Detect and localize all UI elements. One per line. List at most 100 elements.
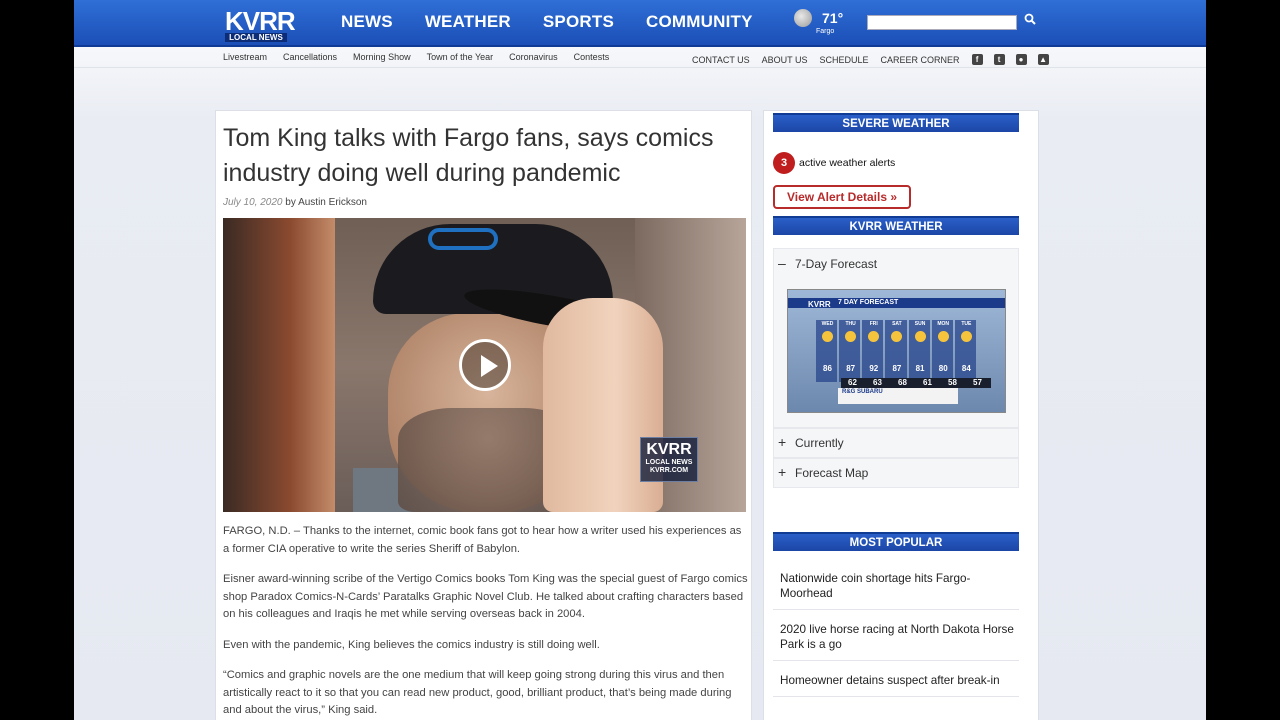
sun-icon (914, 331, 926, 342)
logo-text: KVRR (225, 6, 296, 36)
forecast-lows: 62 63 68 61 58 57 (841, 378, 991, 388)
watermark-logo: KVRR (646, 441, 692, 458)
moon-icon (794, 9, 812, 27)
forecast-low: 58 (948, 378, 957, 387)
weather-city: Fargo (816, 28, 835, 35)
main-nav: NEWS WEATHER SPORTS COMMUNITY (341, 12, 785, 32)
accordion-title[interactable]: Currently (795, 436, 844, 450)
forecast-high: 80 (938, 364, 948, 373)
accordion-title[interactable]: Forecast Map (795, 466, 868, 480)
about-us-link[interactable]: ABOUT US (762, 55, 808, 65)
secondary-nav: Livestream Cancellations Morning Show To… (223, 52, 625, 62)
popular-article-link[interactable]: Homeowner detains suspect after break-in (773, 673, 1019, 697)
play-button[interactable] (459, 339, 511, 391)
logo-subtext: LOCAL NEWS (225, 33, 287, 42)
expand-icon[interactable]: + (778, 464, 786, 480)
expand-icon[interactable]: + (778, 434, 786, 450)
alert-text: active weather alerts (799, 157, 896, 169)
byline-by: by (285, 197, 296, 208)
subnav-cancellations[interactable]: Cancellations (283, 52, 337, 62)
accordion-forecast-map[interactable]: + Forecast Map (773, 458, 1019, 488)
forecast-day: WED 86 (816, 320, 838, 382)
forecast-high: 87 (846, 364, 856, 373)
twitter-icon[interactable]: t (993, 54, 1005, 65)
video-background (223, 218, 335, 512)
search-input[interactable] (867, 15, 1017, 30)
top-navigation-bar: KVRR LOCAL NEWS NEWS WEATHER SPORTS COMM… (74, 0, 1206, 47)
utility-nav: CONTACT US ABOUT US SCHEDULE CAREER CORN… (692, 54, 1060, 65)
play-icon (481, 355, 498, 377)
subnav-morning-show[interactable]: Morning Show (353, 52, 411, 62)
article-paragraph: Eisner award-winning scribe of the Verti… (223, 573, 748, 620)
nav-community[interactable]: COMMUNITY (646, 12, 753, 32)
forecast-high: 87 (892, 364, 902, 373)
forecast-low: 61 (923, 378, 932, 387)
nav-weather[interactable]: WEATHER (425, 12, 511, 32)
apple-icon[interactable]: ● (1015, 54, 1027, 65)
facebook-icon[interactable]: f (971, 54, 983, 65)
kvrr-weather-header: KVRR WEATHER (773, 216, 1019, 235)
nav-news[interactable]: NEWS (341, 12, 393, 32)
severe-weather-header: SEVERE WEATHER (773, 113, 1019, 132)
contact-us-link[interactable]: CONTACT US (692, 55, 750, 65)
cap-logo (428, 228, 498, 250)
forecast-sponsor: R&G SUBARU (838, 388, 958, 404)
popular-article-link[interactable]: 2020 live horse racing at North Dakota H… (773, 622, 1019, 661)
collapse-icon[interactable]: – (778, 255, 786, 271)
sidebar: SEVERE WEATHER 3 active weather alerts V… (763, 110, 1039, 720)
sun-icon (891, 331, 903, 342)
sun-icon (868, 331, 880, 342)
article-date: July 10, 2020 (223, 197, 283, 208)
accordion-7-day-forecast: – 7-Day Forecast 7 DAY FORECAST KVRR WED… (773, 248, 1019, 428)
forecast-day-label: TUE (961, 321, 972, 327)
subnav-livestream[interactable]: Livestream (223, 52, 267, 62)
most-popular-header: MOST POPULAR (773, 532, 1019, 551)
watermark-subtitle: LOCAL NEWS (645, 459, 693, 466)
forecast-graphic-logo: KVRR (808, 300, 831, 309)
article-author[interactable]: Austin Erickson (298, 197, 367, 208)
accordion-currently[interactable]: + Currently (773, 428, 1019, 458)
station-watermark: KVRR LOCAL NEWS KVRR.COM (640, 437, 698, 482)
forecast-day: TUE 84 (954, 320, 976, 382)
accordion-title[interactable]: 7-Day Forecast (795, 257, 877, 271)
article-headline: Tom King talks with Fargo fans, says com… (223, 124, 714, 187)
video-player[interactable]: KVRR LOCAL NEWS KVRR.COM (223, 218, 746, 512)
alert-count-badge: 3 (773, 152, 795, 174)
popular-article-link[interactable]: Nationwide coin shortage hits Fargo-Moor… (773, 571, 1019, 610)
forecast-high: 86 (823, 364, 832, 373)
forecast-day: SAT 87 (885, 320, 907, 382)
forecast-high: 84 (961, 364, 971, 373)
view-alert-details-button[interactable]: View Alert Details » (773, 185, 911, 209)
article-byline: July 10, 2020 by Austin Erickson (223, 197, 367, 208)
divider (74, 67, 1206, 68)
nav-sports[interactable]: SPORTS (543, 12, 614, 32)
watermark-url: KVRR.COM (649, 467, 689, 474)
forecast-low: 57 (973, 378, 982, 387)
forecast-day-label: SAT (892, 321, 902, 327)
forecast-high: 81 (915, 364, 925, 373)
article-paragraph: FARGO, N.D. – Thanks to the internet, co… (223, 525, 742, 555)
article-paragraph: “Comics and graphic novels are the one m… (223, 669, 732, 716)
forecast-low: 63 (873, 378, 882, 387)
forecast-day: FRI 92 (862, 320, 884, 382)
search-icon[interactable] (1024, 13, 1038, 31)
forecast-day-label: SUN (914, 321, 926, 327)
forecast-day-label: THU (845, 321, 856, 327)
forecast-day-label: MON (937, 321, 950, 327)
article-paragraph: Even with the pandemic, King believes th… (223, 639, 600, 651)
forecast-graphic[interactable]: 7 DAY FORECAST KVRR WED 86 THU 87 FRI 92 SA… (787, 289, 1006, 413)
sun-icon (960, 331, 972, 342)
subnav-coronavirus[interactable]: Coronavirus (509, 52, 558, 62)
forecast-low: 68 (898, 378, 907, 387)
forecast-day: MON 80 (931, 320, 953, 382)
sun-icon (937, 331, 949, 342)
kvrr-logo[interactable]: KVRR LOCAL NEWS (225, 6, 296, 42)
sun-icon (822, 331, 833, 342)
subnav-contests[interactable]: Contests (574, 52, 610, 62)
forecast-days: WED 86 THU 87 FRI 92 SAT 87 SUN 81 MON 80 TUE 8… (816, 320, 978, 382)
subnav-town-of-the-year[interactable]: Town of the Year (427, 52, 494, 62)
career-corner-link[interactable]: CAREER CORNER (881, 55, 960, 65)
current-temperature: 71° (822, 10, 844, 26)
schedule-link[interactable]: SCHEDULE (820, 55, 869, 65)
android-icon[interactable]: ▲ (1037, 54, 1049, 65)
